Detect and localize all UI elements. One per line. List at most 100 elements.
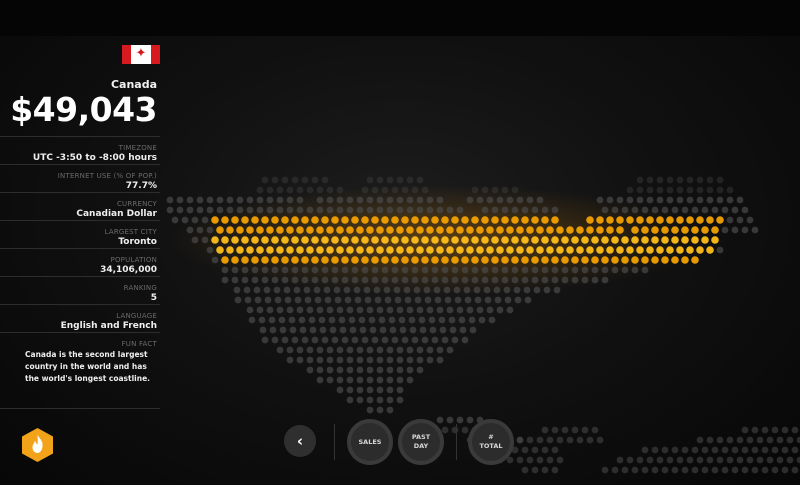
map-dot (376, 346, 384, 354)
map-dot (386, 346, 394, 354)
map-dot (414, 296, 422, 304)
map-dot (526, 456, 534, 464)
map-dot (396, 306, 404, 314)
map-dot (366, 346, 374, 354)
map-dot (291, 256, 299, 264)
map-dot (681, 466, 689, 474)
map-dot (436, 356, 444, 364)
map-dot (501, 216, 509, 224)
map-dot (196, 226, 204, 234)
map-dot (329, 326, 337, 334)
map-dot (346, 206, 354, 214)
map-dot (496, 306, 504, 314)
map-dot (786, 436, 794, 444)
map-dot (676, 216, 684, 224)
map-dot (281, 256, 289, 264)
stat-ranking: RANKING 5 (0, 276, 160, 303)
map-dot (601, 256, 609, 264)
map-dot (543, 286, 551, 294)
map-dot (281, 236, 289, 244)
map-dot (231, 276, 239, 284)
map-dot (288, 316, 296, 324)
map-dot (536, 436, 544, 444)
map-dot (196, 196, 204, 204)
map-dot (301, 336, 309, 344)
map-dot (396, 376, 404, 384)
map-dot (681, 236, 689, 244)
sales-button[interactable]: SALES (347, 419, 393, 465)
map-dot (336, 206, 344, 214)
map-dot (516, 226, 524, 234)
map-dot (231, 266, 239, 274)
map-dot (551, 276, 559, 284)
map-dot (421, 336, 429, 344)
map-dot (646, 246, 654, 254)
map-dot (411, 236, 419, 244)
map-dot (521, 276, 529, 284)
map-dot (296, 186, 304, 194)
map-dot (436, 196, 444, 204)
map-dot (681, 446, 689, 454)
map-dot (494, 296, 502, 304)
map-dot (289, 326, 297, 334)
map-dot (191, 216, 199, 224)
map-dot (781, 446, 789, 454)
map-dot (271, 176, 279, 184)
map-dot (551, 466, 559, 474)
map-dot (463, 286, 471, 294)
map-dot (331, 266, 339, 274)
map-dot (346, 366, 354, 374)
map-dot (631, 236, 639, 244)
map-dot (449, 326, 457, 334)
map-dot (334, 296, 342, 304)
stat-fun-fact: FUN FACT Canada is the second largest co… (0, 332, 160, 385)
map-dot (391, 186, 399, 194)
map-dot (366, 396, 374, 404)
map-dot (316, 206, 324, 214)
map-dot (446, 346, 454, 354)
map-dot (286, 226, 294, 234)
past-day-button[interactable]: PAST DAY (398, 419, 444, 465)
map-dot (671, 226, 679, 234)
map-dot (441, 216, 449, 224)
map-dot (581, 256, 589, 264)
map-dot (771, 426, 779, 434)
map-dot (766, 456, 774, 464)
map-dot (611, 236, 619, 244)
map-dot (371, 236, 379, 244)
country-amount: $49,043 (10, 90, 157, 129)
map-dot (426, 226, 434, 234)
stat-value: 5 (150, 293, 157, 303)
map-dot (501, 256, 509, 264)
map-dot (401, 276, 409, 284)
map-dot (716, 196, 724, 204)
map-dot (341, 336, 349, 344)
map-dot (411, 266, 419, 274)
map-dot (266, 206, 274, 214)
total-button[interactable]: # TOTAL (468, 419, 514, 465)
map-dot (271, 336, 279, 344)
map-dot (341, 256, 349, 264)
map-dot (386, 376, 394, 384)
map-dot (416, 196, 424, 204)
map-dot (243, 286, 251, 294)
map-dot (328, 316, 336, 324)
map-dot (319, 326, 327, 334)
map-dot (576, 226, 584, 234)
map-dot (231, 236, 239, 244)
map-dot (761, 446, 769, 454)
map-dot (476, 246, 484, 254)
map-dot (526, 226, 534, 234)
map-dot (626, 246, 634, 254)
map-dot (631, 266, 639, 274)
map-dot (269, 326, 277, 334)
map-dot (406, 206, 414, 214)
map-dot (571, 426, 579, 434)
back-button[interactable]: ‹ (284, 425, 316, 457)
map-dot (316, 356, 324, 364)
map-dot (426, 196, 434, 204)
map-dot (211, 236, 219, 244)
map-dot (706, 186, 714, 194)
map-dot (261, 336, 269, 344)
flame-hexagon-logo-icon[interactable] (22, 428, 53, 462)
